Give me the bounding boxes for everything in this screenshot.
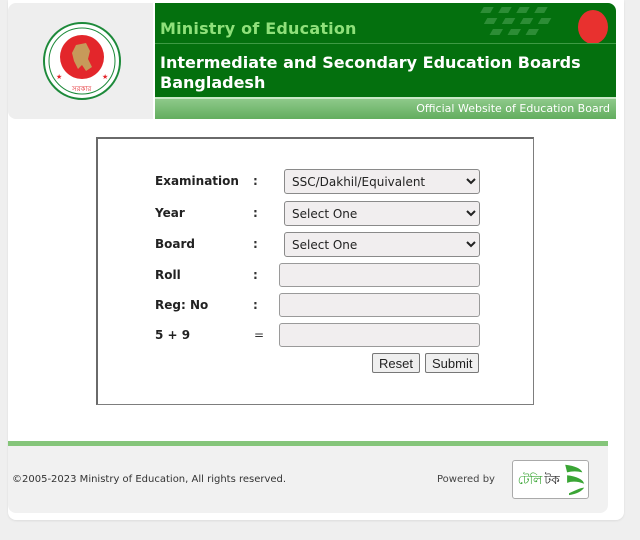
- captcha-label: 5 + 9: [155, 328, 191, 342]
- teletalk-logo[interactable]: টেলি টক: [512, 460, 589, 499]
- svg-text:টেলি: টেলি: [518, 473, 543, 487]
- year-separator: :: [253, 206, 258, 220]
- roll-input[interactable]: [279, 263, 480, 287]
- reg-separator: :: [253, 298, 258, 312]
- svg-text:★: ★: [56, 73, 62, 81]
- year-row: Year : Select One: [98, 201, 533, 226]
- year-label: Year: [155, 206, 185, 220]
- reset-button[interactable]: Reset: [372, 353, 420, 373]
- year-select[interactable]: Select One: [284, 201, 480, 226]
- svg-text:★: ★: [102, 73, 108, 81]
- reg-label: Reg: No: [155, 298, 209, 312]
- exam-label: Examination: [155, 174, 239, 188]
- exam-row: Examination : SSC/Dakhil/Equivalent: [98, 169, 533, 194]
- svg-text:টক: টক: [543, 473, 560, 487]
- site-footer: ©2005-2023 Ministry of Education, All ri…: [8, 446, 608, 513]
- roll-label: Roll: [155, 268, 181, 282]
- svg-text:সরকার: সরকার: [71, 85, 91, 93]
- banner-top: Ministry of Education: [155, 3, 616, 44]
- copyright-text: ©2005-2023 Ministry of Education, All ri…: [12, 474, 287, 485]
- ministry-title: Ministry of Education: [160, 19, 357, 38]
- logo-panel: ★ ★ সরকার: [8, 3, 153, 119]
- government-seal-logo: ★ ★ সরকার: [43, 22, 121, 100]
- tagline: Official Website of Education Board: [416, 102, 610, 115]
- captcha-input[interactable]: [279, 323, 480, 347]
- exam-separator: :: [253, 174, 258, 188]
- tagline-bar: Official Website of Education Board: [155, 97, 616, 119]
- board-label: Board: [155, 237, 195, 251]
- roll-row: Roll :: [98, 263, 533, 287]
- board-separator: :: [253, 237, 258, 251]
- board-row: Board : Select One: [98, 232, 533, 257]
- exam-select[interactable]: SSC/Dakhil/Equivalent: [284, 169, 480, 194]
- site-header: ★ ★ সরকার Ministry of Education Intermed…: [8, 3, 616, 119]
- captcha-separator: =: [254, 328, 265, 342]
- roll-separator: :: [253, 268, 258, 282]
- board-select[interactable]: Select One: [284, 232, 480, 257]
- flag-pattern-icon: [480, 7, 608, 43]
- result-form: Examination : SSC/Dakhil/Equivalent Year…: [96, 137, 534, 405]
- captcha-row: 5 + 9 =: [98, 323, 533, 347]
- header-banner: Ministry of Education Intermediate and S…: [155, 3, 616, 119]
- teletalk-logo-icon: টেলি টক: [518, 464, 585, 496]
- reg-row: Reg: No :: [98, 293, 533, 317]
- board-title: Intermediate and Secondary Education Boa…: [160, 53, 581, 92]
- submit-button[interactable]: Submit: [425, 353, 480, 373]
- reg-input[interactable]: [279, 293, 480, 317]
- powered-by-text: Powered by: [437, 474, 495, 485]
